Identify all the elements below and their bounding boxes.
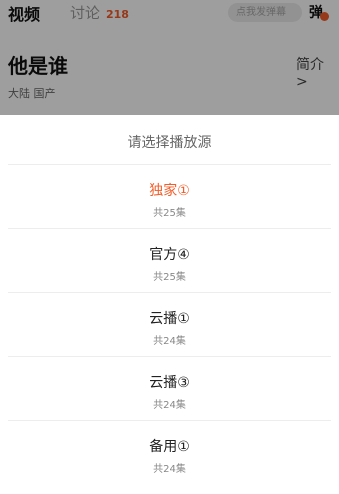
episode-count: 共25集 xyxy=(153,208,186,219)
source-option[interactable]: 备用① 共24集 xyxy=(0,421,339,484)
episode-count: 共25集 xyxy=(153,272,186,283)
sheet-title: 请选择播放源 xyxy=(127,135,212,151)
source-name: 云播① xyxy=(149,311,190,327)
source-option[interactable]: 独家① 共25集 xyxy=(0,165,339,228)
source-name: 官方④ xyxy=(149,247,190,263)
source-option[interactable]: 云播③ 共24集 xyxy=(0,357,339,420)
source-picker-sheet: 请选择播放源 独家① 共25集 官方④ 共25集 云播① 共24集 云播③ 共2… xyxy=(0,115,339,494)
episode-count: 共24集 xyxy=(153,400,186,411)
source-option[interactable]: 云播① 共24集 xyxy=(0,293,339,356)
episode-count: 共24集 xyxy=(153,336,186,347)
source-name: 云播③ xyxy=(149,375,190,391)
source-name: 独家① xyxy=(149,183,190,199)
source-option[interactable]: 官方④ 共25集 xyxy=(0,229,339,292)
source-name: 备用① xyxy=(149,439,190,455)
episode-count: 共24集 xyxy=(153,464,186,475)
